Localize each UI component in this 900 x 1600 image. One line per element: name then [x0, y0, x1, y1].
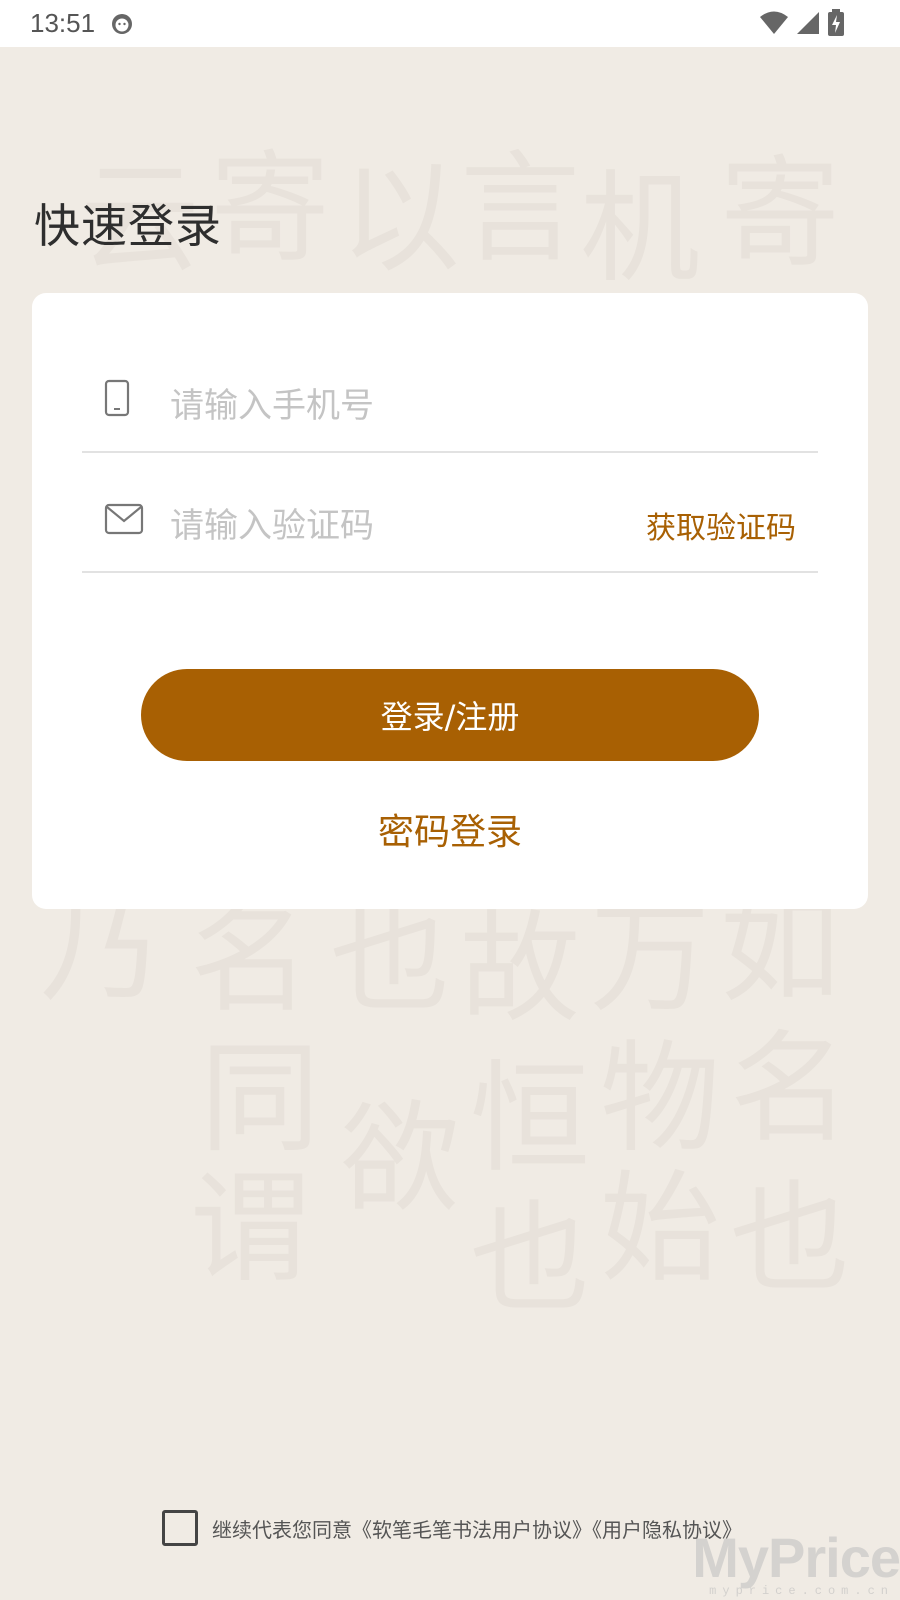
- agreement-row: 继续代表您同意《软笔毛笔书法用户协议》《用户隐私协议》: [162, 1510, 742, 1546]
- page-title: 快速登录: [34, 199, 222, 253]
- login-register-button[interactable]: 登录/注册: [141, 669, 759, 761]
- battery-charging-icon: [828, 9, 844, 36]
- login-card: 请输入手机号 请输入验证码 获取验证码 登录/注册 密码登录: [32, 293, 868, 909]
- watermark-url: myprice.com.cn: [709, 1584, 894, 1598]
- watermark-logo: MyPrice: [692, 1526, 900, 1589]
- status-time: 13:51: [30, 8, 96, 38]
- password-login-link[interactable]: 密码登录: [32, 803, 868, 855]
- agreement-text[interactable]: 继续代表您同意《软笔毛笔书法用户协议》《用户隐私协议》: [212, 1514, 742, 1543]
- wifi-icon: [760, 11, 788, 34]
- login-register-label: 登录/注册: [380, 698, 520, 736]
- phone-icon: [104, 379, 130, 417]
- signal-icon: [797, 12, 819, 34]
- mail-icon: [104, 503, 144, 535]
- code-field[interactable]: 请输入验证码 获取验证码: [82, 453, 818, 573]
- agreement-checkbox[interactable]: [162, 1510, 198, 1546]
- status-bar: 13:51: [0, 0, 900, 47]
- cat-face-icon: [112, 14, 132, 34]
- get-code-button[interactable]: 获取验证码: [646, 503, 796, 547]
- code-input[interactable]: 请输入验证码: [170, 498, 374, 547]
- phone-field[interactable]: 请输入手机号: [82, 333, 818, 453]
- phone-input[interactable]: 请输入手机号: [170, 378, 374, 427]
